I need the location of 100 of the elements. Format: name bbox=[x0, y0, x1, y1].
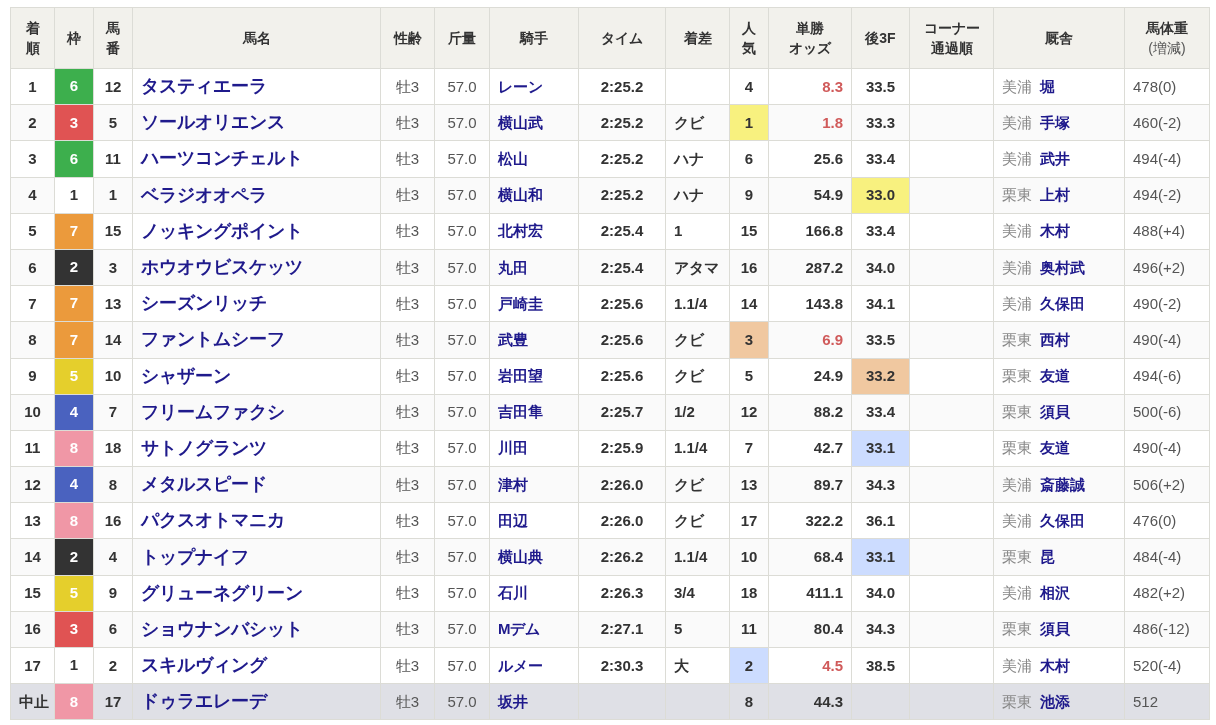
trainer-link[interactable]: 堀 bbox=[1040, 77, 1055, 95]
trainer-link[interactable]: 友道 bbox=[1040, 439, 1070, 457]
horse-number: 15 bbox=[104, 222, 122, 240]
trainer-link[interactable]: 斎藤誠 bbox=[1040, 475, 1085, 493]
last-3f-time: 33.5 bbox=[865, 330, 896, 348]
stable-region: 美浦 bbox=[1002, 113, 1032, 131]
trainer-link[interactable]: 久保田 bbox=[1040, 294, 1085, 312]
column-header: 馬 番 bbox=[106, 19, 120, 58]
last-3f-time: 33.2 bbox=[865, 367, 896, 385]
stable-region: 美浦 bbox=[1002, 294, 1032, 312]
stable-region: 栗東 bbox=[1002, 330, 1032, 348]
stable-region: 美浦 bbox=[1002, 149, 1032, 167]
horse-number: 6 bbox=[108, 620, 118, 638]
finish-time: 2:30.3 bbox=[600, 656, 644, 674]
popularity: 12 bbox=[740, 403, 758, 421]
sex-age: 牡3 bbox=[395, 113, 420, 131]
trainer-link[interactable]: 須貝 bbox=[1040, 620, 1070, 638]
margin: 5 bbox=[674, 620, 683, 638]
body-weight: 490(-4) bbox=[1133, 330, 1182, 348]
carried-weight: 57.0 bbox=[447, 294, 477, 312]
margin: 1/2 bbox=[674, 403, 695, 421]
trainer-link[interactable]: 西村 bbox=[1040, 330, 1070, 348]
popularity: 7 bbox=[744, 439, 754, 457]
popularity: 16 bbox=[740, 258, 758, 276]
margin: ハナ bbox=[674, 186, 704, 204]
jockey-link[interactable]: 津村 bbox=[498, 475, 528, 493]
trainer-link[interactable]: 昆 bbox=[1040, 548, 1055, 566]
win-odds: 411.1 bbox=[806, 584, 843, 602]
trainer-link[interactable]: 池添 bbox=[1040, 692, 1070, 710]
margin: 1.1/4 bbox=[674, 548, 708, 566]
trainer-link[interactable]: 奥村武 bbox=[1040, 258, 1085, 276]
jockey-link[interactable]: 田辺 bbox=[498, 511, 528, 529]
jockey-link[interactable]: 石川 bbox=[498, 584, 528, 602]
popularity: 3 bbox=[744, 330, 754, 348]
horse-number: 8 bbox=[108, 475, 118, 493]
popularity: 5 bbox=[744, 367, 754, 385]
trainer-link[interactable]: 相沢 bbox=[1040, 584, 1070, 602]
body-weight: 460(-2) bbox=[1133, 113, 1182, 131]
body-weight: 490(-2) bbox=[1133, 294, 1182, 312]
jockey-link[interactable]: 丸田 bbox=[498, 258, 528, 276]
carried-weight: 57.0 bbox=[447, 186, 477, 204]
finish-time: 2:26.0 bbox=[600, 475, 644, 493]
trainer-link[interactable]: 手塚 bbox=[1040, 113, 1070, 131]
frame-number: 3 bbox=[54, 611, 94, 648]
margin: クビ bbox=[674, 330, 704, 348]
win-odds: 24.9 bbox=[813, 367, 843, 385]
stable-region: 栗東 bbox=[1002, 186, 1032, 204]
sex-age: 牡3 bbox=[395, 258, 420, 276]
trainer-link[interactable]: 武井 bbox=[1040, 149, 1070, 167]
win-odds: 25.6 bbox=[813, 149, 843, 167]
jockey-link[interactable]: 川田 bbox=[498, 439, 528, 457]
finish-position: 13 bbox=[24, 511, 41, 529]
last-3f-time: 33.3 bbox=[865, 113, 896, 131]
sex-age: 牡3 bbox=[395, 620, 420, 638]
frame-number: 8 bbox=[54, 430, 94, 467]
finish-time: 2:27.1 bbox=[600, 620, 644, 638]
horse-number: 4 bbox=[108, 548, 118, 566]
trainer-link[interactable]: 木村 bbox=[1040, 656, 1070, 674]
finish-position: 9 bbox=[28, 367, 37, 385]
trainer-link[interactable]: 友道 bbox=[1040, 367, 1070, 385]
margin: クビ bbox=[674, 367, 704, 385]
trainer-link[interactable]: 木村 bbox=[1040, 222, 1070, 240]
stable-region: 栗東 bbox=[1002, 620, 1032, 638]
body-weight: 490(-4) bbox=[1133, 439, 1182, 457]
jockey-link[interactable]: 坂井 bbox=[498, 692, 528, 710]
carried-weight: 57.0 bbox=[447, 258, 477, 276]
sex-age: 牡3 bbox=[395, 403, 420, 421]
jockey-link[interactable]: 武豊 bbox=[498, 330, 528, 348]
win-odds: 4.5 bbox=[822, 656, 843, 674]
finish-position: 11 bbox=[24, 439, 41, 457]
win-odds: 143.8 bbox=[805, 294, 843, 312]
horse-number: 17 bbox=[104, 692, 122, 710]
finish-position: 4 bbox=[28, 186, 37, 204]
body-weight: 494(-6) bbox=[1133, 367, 1182, 385]
trainer-link[interactable]: 上村 bbox=[1040, 186, 1070, 204]
margin: 1.1/4 bbox=[674, 294, 708, 312]
horse-number: 12 bbox=[104, 77, 122, 95]
popularity: 13 bbox=[740, 475, 758, 493]
body-weight: 488(+4) bbox=[1133, 222, 1186, 240]
stable-region: 栗東 bbox=[1002, 692, 1032, 710]
trainer-link[interactable]: 久保田 bbox=[1040, 511, 1085, 529]
body-weight: 496(+2) bbox=[1133, 258, 1186, 276]
sex-age: 牡3 bbox=[395, 656, 420, 674]
sex-age: 牡3 bbox=[395, 222, 420, 240]
finish-time: 2:25.6 bbox=[600, 294, 644, 312]
last-3f-time: 34.0 bbox=[865, 584, 896, 602]
column-header: 単勝 オッズ bbox=[789, 19, 831, 58]
body-weight: 484(-4) bbox=[1133, 548, 1182, 566]
frame-number: 1 bbox=[54, 177, 94, 214]
finish-time: 2:25.4 bbox=[600, 222, 644, 240]
jockey-link[interactable]: 松山 bbox=[498, 149, 528, 167]
stable-region: 美浦 bbox=[1002, 222, 1032, 240]
carried-weight: 57.0 bbox=[447, 367, 477, 385]
finish-position: 8 bbox=[28, 330, 37, 348]
trainer-link[interactable]: 須貝 bbox=[1040, 403, 1070, 421]
last-3f-time: 34.0 bbox=[865, 258, 896, 276]
finish-time: 2:25.2 bbox=[600, 149, 644, 167]
finish-time: 2:26.2 bbox=[600, 548, 644, 566]
frame-number: 8 bbox=[54, 683, 94, 720]
margin: クビ bbox=[674, 475, 704, 493]
